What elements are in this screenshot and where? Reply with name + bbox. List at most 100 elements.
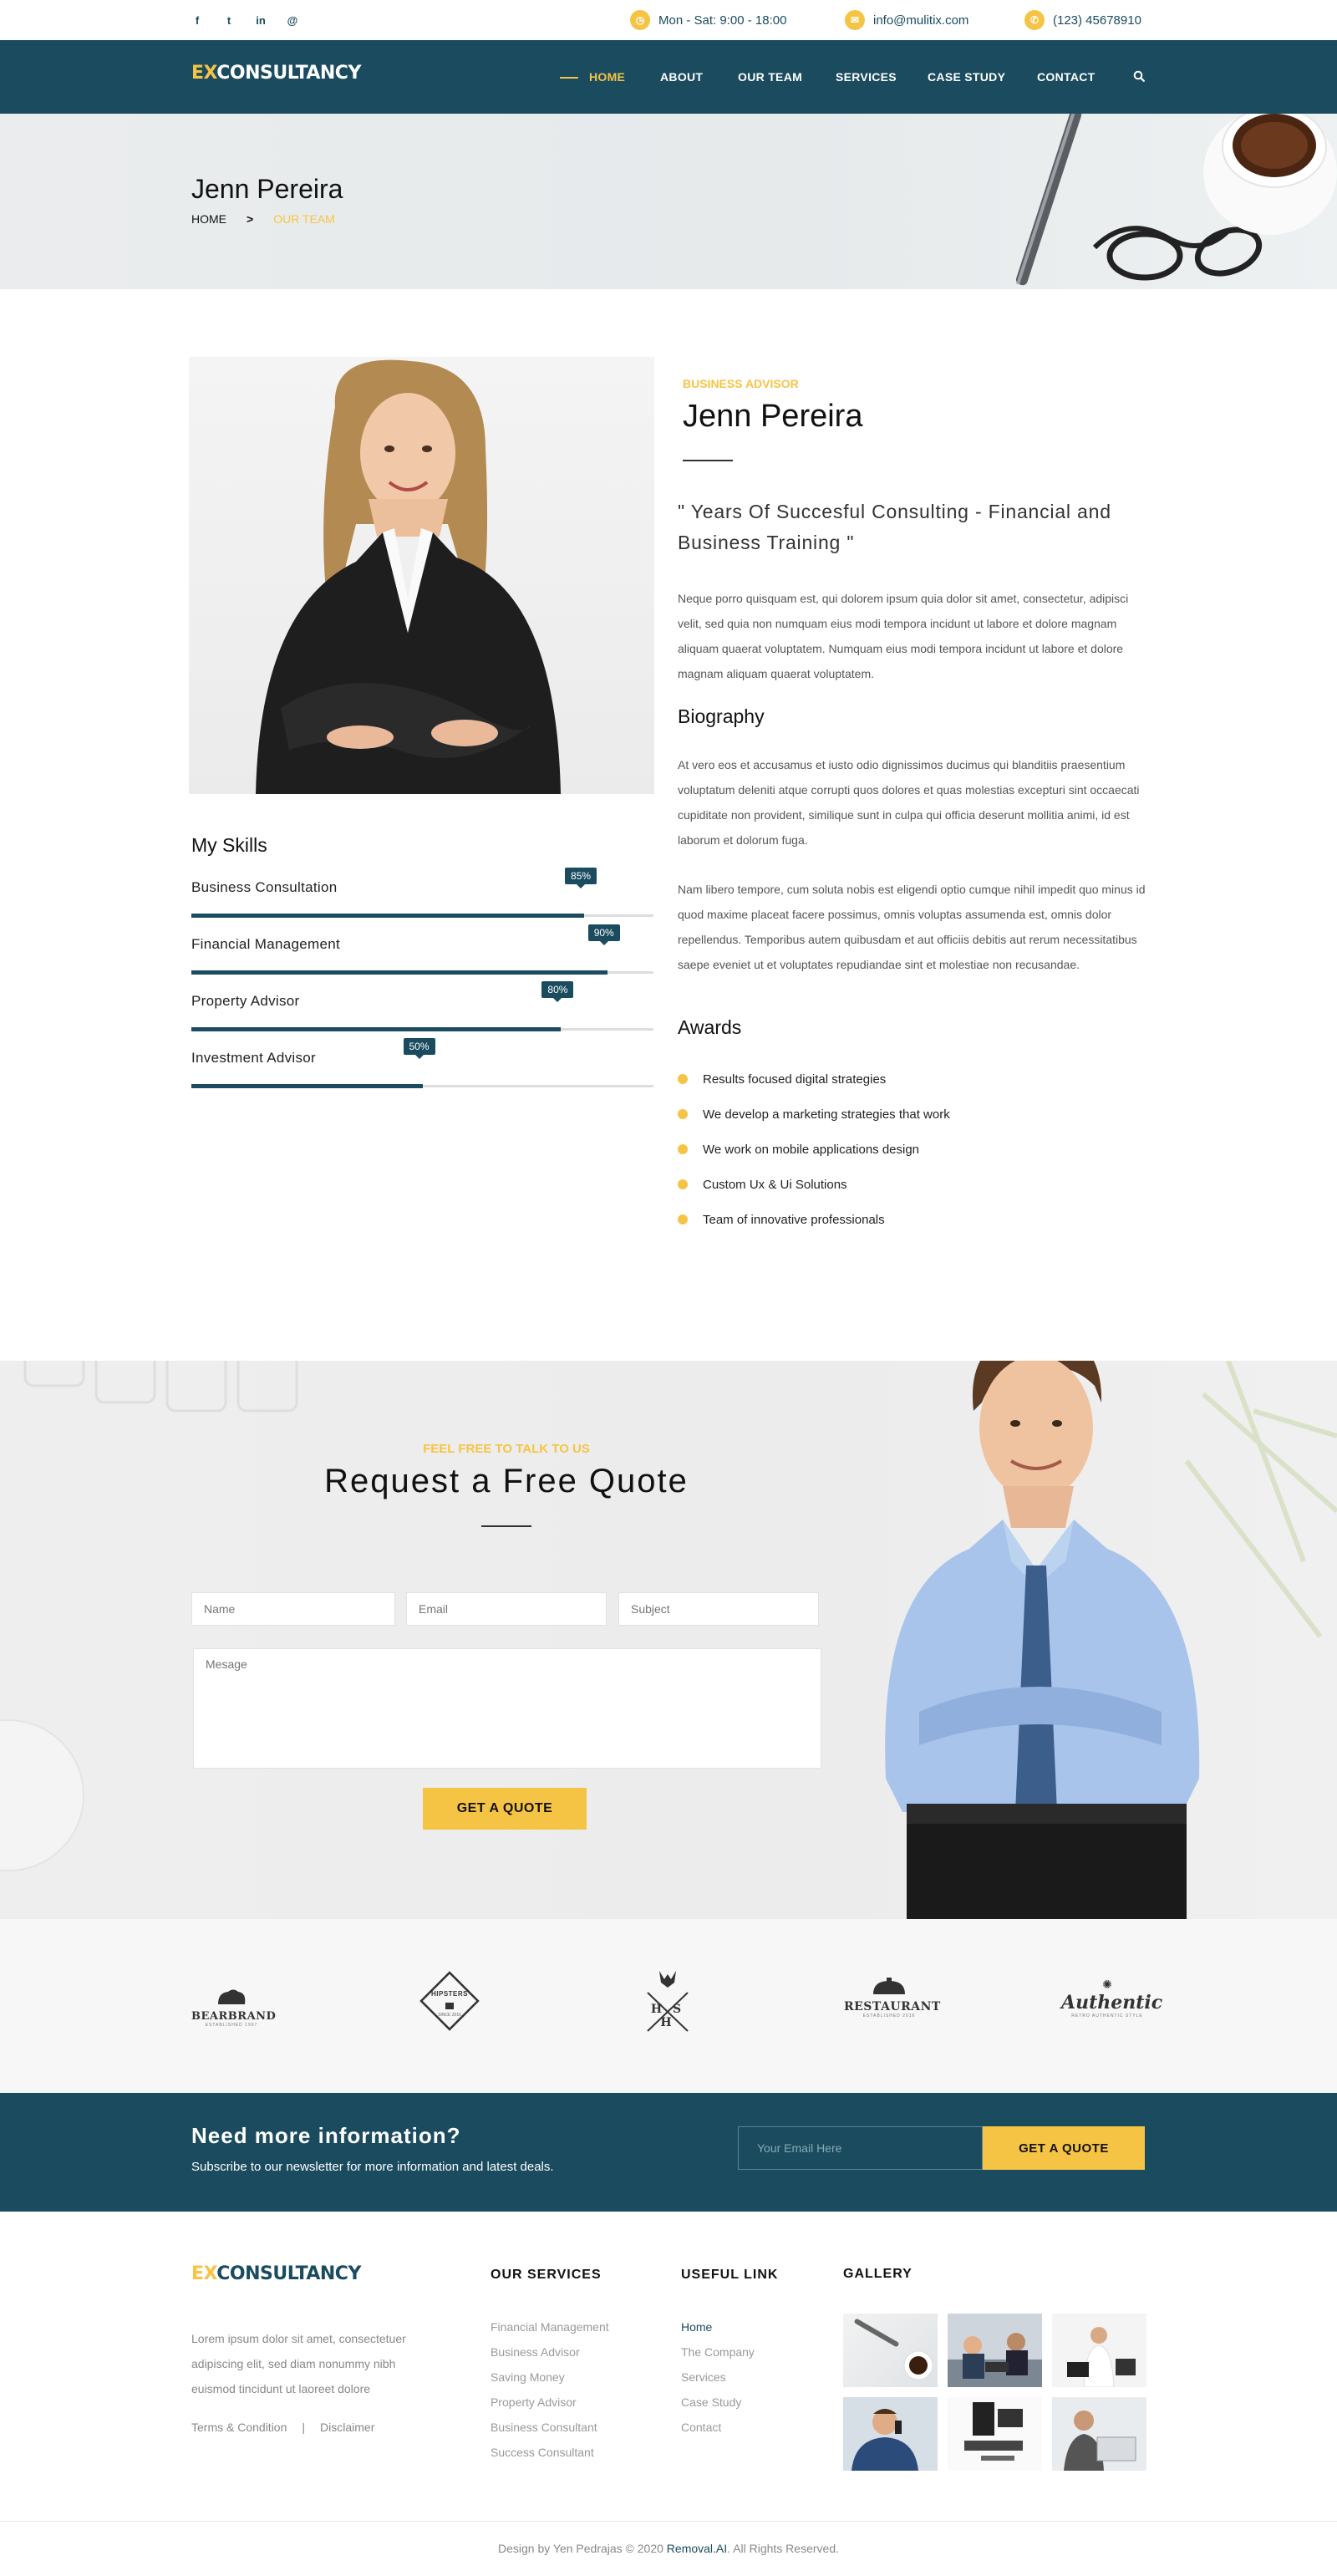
service-link[interactable]: Financial Management [491,2314,609,2339]
title-divider [683,460,733,461]
client-logo-hipsters[interactable]: HIPSTERS SINCE 2016 [416,1968,483,2034]
skill-fill [191,970,607,975]
skill-item: Property Advisor 80% [191,981,653,1031]
awards-title: Awards [678,1016,742,1038]
client-name: H S H [650,2003,685,2029]
service-link[interactable]: Property Advisor [491,2390,609,2415]
disclaimer-link[interactable]: Disclaimer [320,2421,374,2434]
phone-text[interactable]: (123) 45678910 [1053,13,1141,28]
footer-logo-text: CONSULTANCY [216,2263,361,2284]
footer-link[interactable]: Services [681,2365,755,2390]
check-icon [678,1214,688,1225]
subject-input[interactable] [618,1592,819,1626]
useful-links-list: Home The Company Services Case Study Con… [681,2314,755,2440]
skill-percent: 50% [403,1038,435,1059]
email-info[interactable]: ✉ info@mulitix.com [845,0,968,40]
services-heading: OUR SERVICES [491,2268,602,2282]
services-list: Financial Management Business Advisor Sa… [491,2314,609,2465]
service-link[interactable]: Saving Money [491,2365,609,2390]
footer-credit: Design by Yen Pedrajas © 2020 Removal.AI… [0,2521,1337,2576]
linkedin-icon[interactable]: in [255,14,267,27]
breadcrumb: HOME > OUR TEAM [191,212,335,226]
main-nav: EXCONSULTANCY HOME ABOUT OUR TEAM SERVIC… [0,40,1337,114]
check-icon [678,1074,688,1085]
dribbble-icon[interactable]: @ [287,14,298,27]
active-indicator [560,77,578,79]
gallery-thumb[interactable] [843,2314,938,2387]
page: f t in @ ◷ Mon - Sat: 9:00 - 18:00 ✉ inf… [0,0,1337,2555]
nav-our-team[interactable]: OUR TEAM [738,70,802,84]
skill-track [191,1084,653,1088]
phone-info[interactable]: ✆ (123) 45678910 [1024,0,1141,40]
award-item: We develop a marketing strategies that w… [678,1107,950,1122]
gallery-thumb[interactable] [1052,2397,1146,2471]
client-name: RESTAURANT [844,2000,941,2013]
breadcrumb-home[interactable]: HOME [191,212,226,226]
service-link[interactable]: Success Consultant [491,2440,609,2465]
biography-text-1: At vero eos et accusamus et iusto odio d… [678,758,1140,847]
profile-quote: " Years Of Succesful Consulting - Financ… [678,501,1111,553]
nav-services[interactable]: SERVICES [836,70,897,84]
gallery-thumb[interactable] [1052,2314,1146,2387]
award-label: We develop a marketing strategies that w… [703,1107,950,1122]
email-input[interactable] [406,1592,607,1626]
award-label: Results focused digital strategies [703,1072,887,1087]
award-label: We work on mobile applications design [703,1143,920,1157]
nav-contact[interactable]: CONTACT [1037,70,1096,84]
twitter-icon[interactable]: t [223,14,235,27]
footer-link[interactable]: Contact [681,2415,755,2440]
page-title: Jenn Pereira [191,174,343,204]
newsletter-button[interactable]: GET A QUOTE [983,2126,1145,2170]
email-text[interactable]: info@mulitix.com [873,13,968,28]
client-logo-hsh[interactable]: H S H [641,1968,694,2034]
profile-name: Jenn Pereira [683,399,863,434]
newsletter-email-input[interactable]: Your Email Here [738,2126,983,2170]
client-sub: ESTABLISHED 1997 [205,2023,258,2028]
skill-item: Financial Management 90% [191,924,653,975]
message-input[interactable] [193,1648,821,1769]
nav-about[interactable]: ABOUT [660,70,703,84]
legal-separator: | [302,2421,306,2434]
service-link[interactable]: Business Consultant [491,2415,609,2440]
gallery-thumb[interactable] [948,2397,1042,2471]
newsletter-text: Subscribe to our newsletter for more inf… [191,2160,554,2174]
award-item: Custom Ux & Ui Solutions [678,1178,847,1192]
page-hero: Jenn Pereira HOME > OUR TEAM [0,114,1337,289]
biography-title: Biography [678,705,765,727]
client-sub: ESTABLISHED 2016 [862,2013,916,2019]
skills-title: My Skills [191,834,267,856]
client-logo-authentic[interactable]: ✺ Authentic RETRO AUTHENTIC STYLE [1061,1978,1162,2019]
service-link[interactable]: Business Advisor [491,2339,609,2365]
footer-logo[interactable]: EXCONSULTANCY [191,2263,361,2284]
footer-link[interactable]: The Company [681,2339,755,2365]
get-quote-button[interactable]: GET A QUOTE [423,1788,587,1830]
gallery-thumb[interactable] [843,2397,938,2471]
client-sub: RETRO AUTHENTIC STYLE [1071,2013,1143,2019]
terms-link[interactable]: Terms & Condition [191,2421,287,2434]
compass-icon: ✺ [1102,1978,1112,1991]
facebook-icon[interactable]: f [191,14,203,27]
nav-home[interactable]: HOME [589,70,625,84]
credit-brand-link[interactable]: Removal.AI [667,2542,727,2555]
client-logo-restaurant[interactable]: RESTAURANT ESTABLISHED 2016 [844,1978,941,2019]
mail-icon: ✉ [845,10,865,30]
footer-link[interactable]: Case Study [681,2390,755,2415]
client-logo-bearbrand[interactable]: BEARBRAND ESTABLISHED 1997 [191,1988,277,2028]
search-icon[interactable] [1133,70,1145,84]
client-name: HIPSTERS [430,1990,468,1998]
gallery-thumb[interactable] [948,2314,1042,2387]
client-name: BEARBRAND [191,2010,277,2023]
logo[interactable]: EXCONSULTANCY [191,63,361,84]
skill-item: Business Consultation 85% [191,868,653,918]
quote-subtitle: FEEL FREE TO TALK TO US [423,1442,590,1456]
check-icon [678,1179,688,1190]
name-input[interactable] [191,1592,395,1626]
skill-label: Property Advisor [191,993,300,1009]
check-icon [678,1144,688,1155]
client-sub: SINCE 2016 [438,2013,461,2018]
desk-decor-image [1015,114,1337,286]
skill-item: Investment Advisor 50% [191,1038,653,1088]
footer-link-home[interactable]: Home [681,2314,755,2339]
nav-case-study[interactable]: CASE STUDY [928,70,1005,84]
clock-icon: ◷ [630,10,650,30]
